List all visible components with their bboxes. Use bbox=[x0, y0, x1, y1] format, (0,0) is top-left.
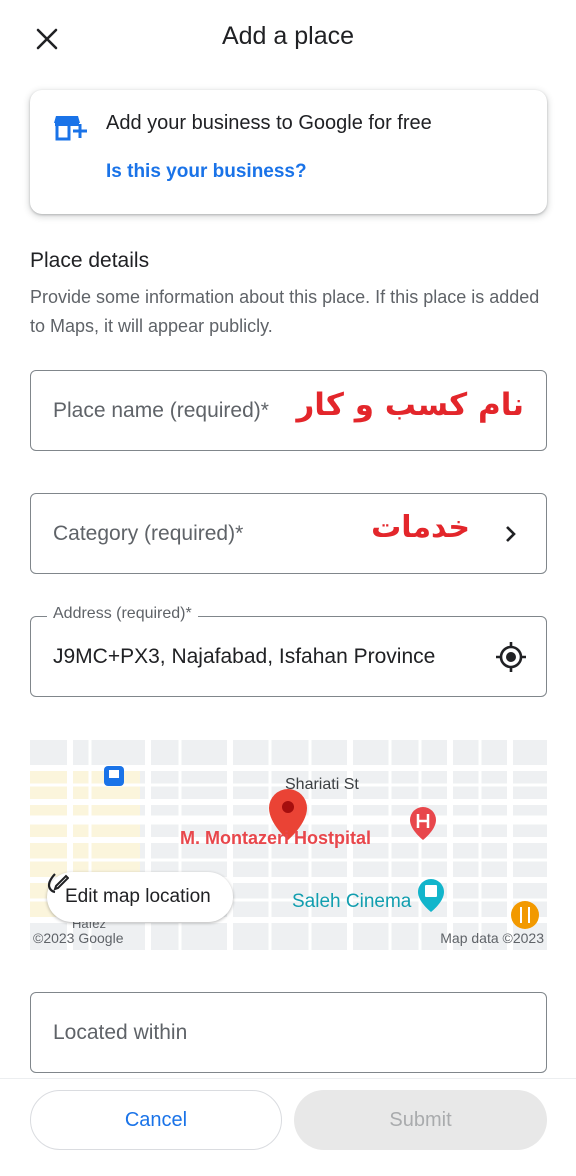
located-within-placeholder: Located within bbox=[53, 1021, 188, 1044]
category-overlay-text: خدمات bbox=[371, 510, 470, 545]
map-data-copyright: Map data ©2023 bbox=[440, 930, 544, 946]
map-poi-cinema[interactable]: Saleh Cinema bbox=[292, 891, 411, 913]
address-label: Address (required)* bbox=[47, 605, 198, 623]
map-street-label: Shariati St bbox=[285, 776, 359, 793]
map-copyright-google: ©2023 Google bbox=[33, 930, 124, 946]
my-location-icon[interactable] bbox=[494, 640, 528, 674]
storefront-add-icon bbox=[54, 114, 88, 142]
map-poi-hospital[interactable]: M. Montazeri Hostpital bbox=[180, 828, 371, 849]
chevron-right-icon bbox=[504, 524, 518, 544]
submit-button[interactable]: Submit bbox=[294, 1090, 547, 1150]
edit-map-location-button[interactable]: Edit map location bbox=[47, 872, 233, 922]
category-placeholder: Category (required)* bbox=[53, 522, 244, 545]
add-business-text: Add your business to Google for free bbox=[106, 112, 432, 134]
footer-bar: Cancel Submit bbox=[0, 1078, 576, 1176]
header: Add a place bbox=[0, 0, 576, 76]
edit-map-location-label: Edit map location bbox=[65, 886, 211, 907]
place-name-placeholder: Place name (required)* bbox=[53, 399, 269, 422]
place-details-description: Provide some information about this plac… bbox=[30, 287, 540, 336]
edit-location-icon bbox=[47, 873, 69, 894]
page-title: Add a place bbox=[221, 22, 355, 50]
is-this-your-business-link[interactable]: Is this your business? bbox=[106, 161, 307, 183]
place-details-title: Place details bbox=[30, 249, 150, 272]
cancel-button[interactable]: Cancel bbox=[30, 1090, 282, 1150]
located-within-input[interactable]: Located within bbox=[30, 992, 547, 1073]
place-name-overlay-text: نام کسب و کار bbox=[296, 387, 524, 423]
add-business-card[interactable]: Add your business to Google for free Is … bbox=[30, 90, 547, 214]
address-input[interactable]: Address (required)* J9MC+PX3, Najafabad,… bbox=[30, 605, 547, 697]
place-name-input[interactable]: Place name (required)* نام کسب و کار bbox=[30, 370, 547, 451]
category-select[interactable]: Category (required)* خدمات bbox=[30, 493, 547, 574]
address-value: J9MC+PX3, Najafabad, Isfahan Province bbox=[53, 645, 436, 668]
map-preview[interactable]: Shariati St M. Montazeri Hostpital Saleh… bbox=[30, 740, 547, 950]
